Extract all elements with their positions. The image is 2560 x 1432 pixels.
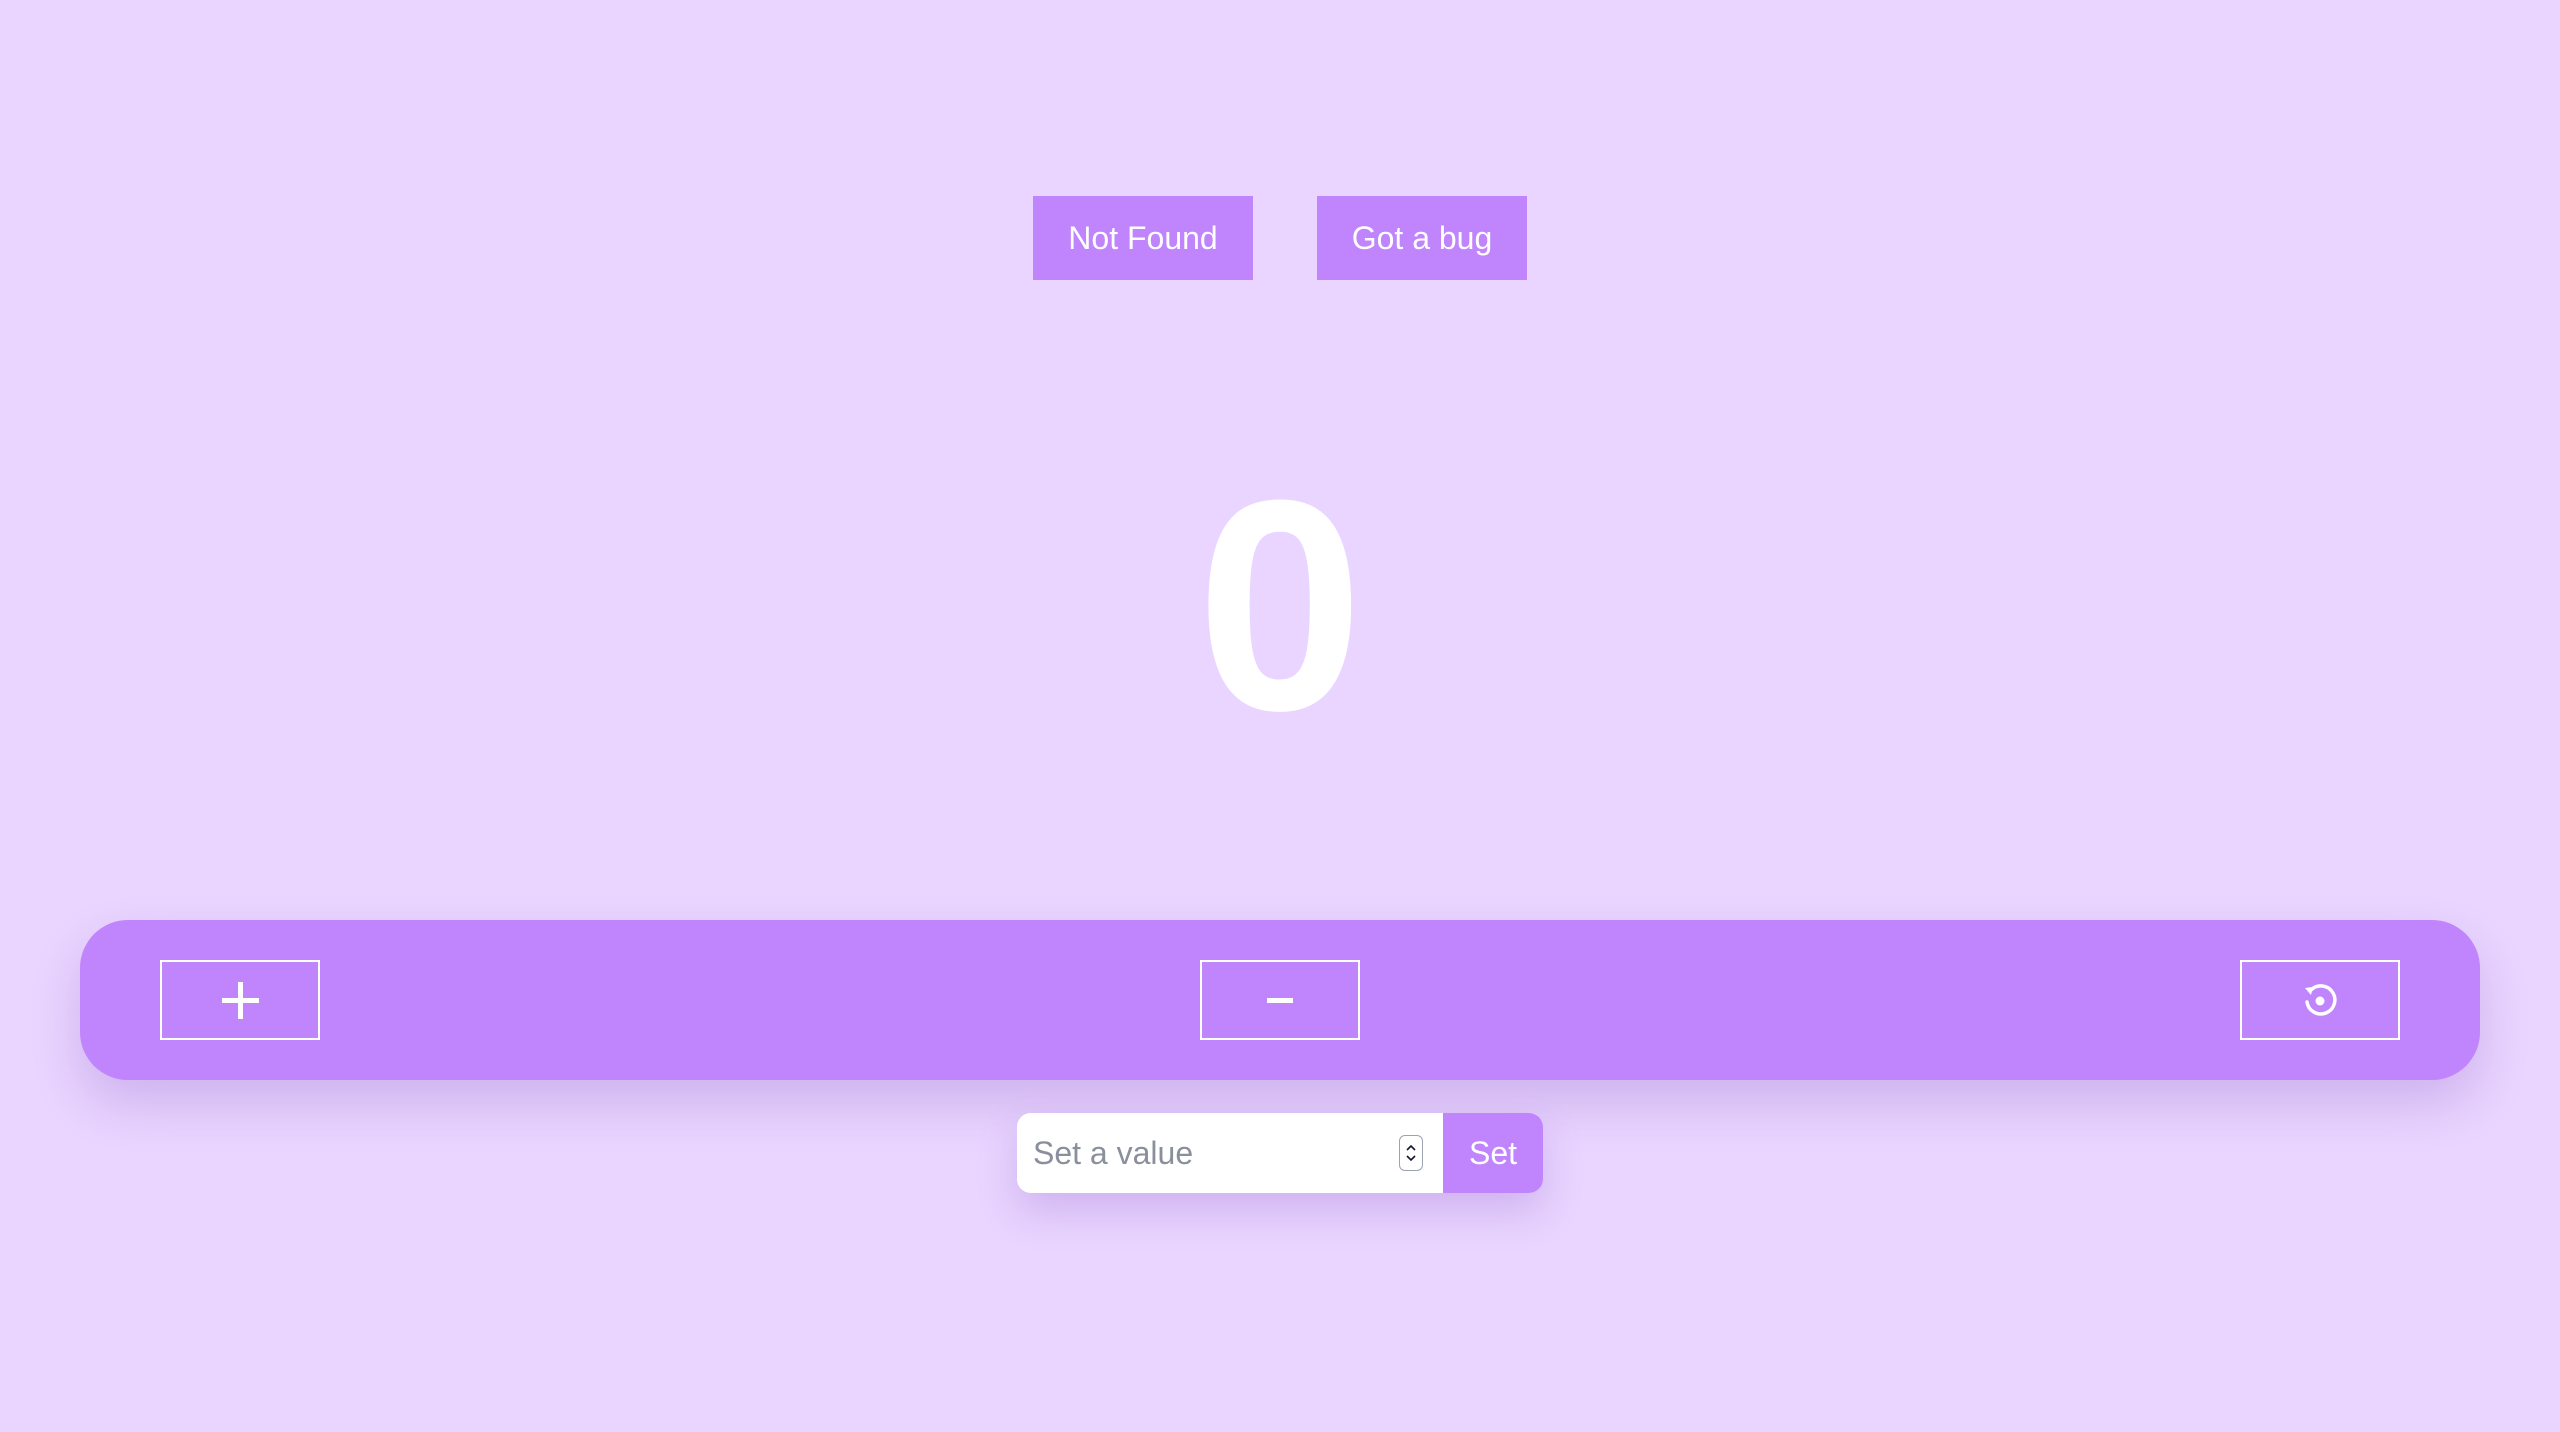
got-a-bug-link[interactable]: Got a bug [1317,196,1527,280]
increment-button[interactable] [160,960,320,1040]
set-button[interactable]: Set [1443,1113,1543,1193]
decrement-button[interactable] [1200,960,1360,1040]
not-found-link[interactable]: Not Found [1033,196,1253,280]
chevron-down-icon[interactable] [1404,1153,1418,1163]
reset-button[interactable] [2240,960,2400,1040]
set-value-input[interactable] [1017,1113,1443,1193]
number-stepper[interactable] [1399,1135,1423,1171]
top-nav: Not Found Got a bug [0,196,2560,280]
set-value-form: Set [1017,1113,1543,1193]
counter-display: 0 [1196,437,1364,773]
set-value-field [1017,1113,1443,1193]
chevron-up-icon[interactable] [1404,1143,1418,1153]
plus-icon [222,982,259,1019]
minus-icon [1267,998,1293,1003]
reset-icon [2305,984,2337,1016]
control-bar [80,920,2480,1080]
